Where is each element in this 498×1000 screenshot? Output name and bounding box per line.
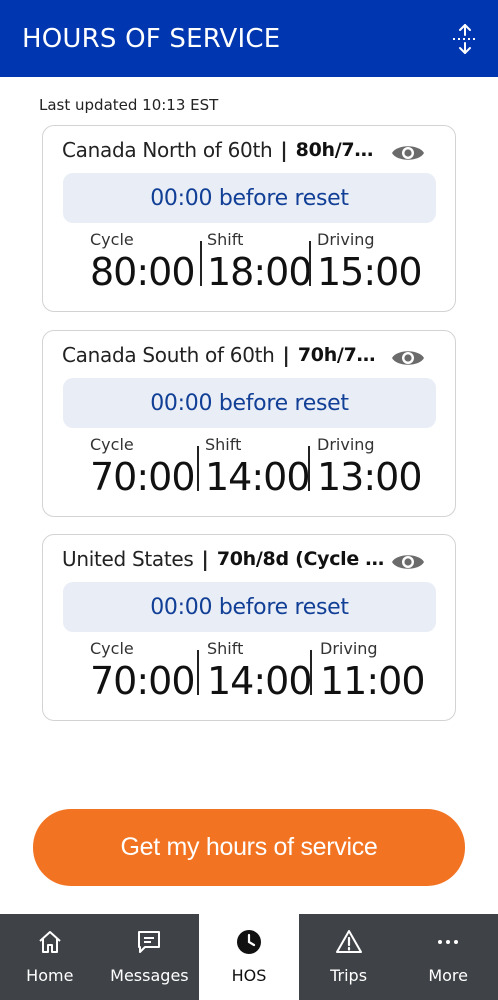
shift-value: 14:00 bbox=[207, 659, 313, 703]
nav-label: More bbox=[428, 966, 468, 985]
nav-label: Home bbox=[26, 966, 74, 985]
metric-divider bbox=[309, 241, 311, 286]
eye-icon[interactable] bbox=[391, 551, 425, 573]
separator: | bbox=[280, 138, 288, 162]
driving-value: 13:00 bbox=[317, 455, 423, 499]
get-hours-label: Get my hours of service bbox=[120, 833, 378, 861]
cycle-rule: 70h/8d (Cycle 1) bbox=[216, 548, 385, 570]
driving-label: Driving bbox=[320, 639, 378, 658]
cycle-rule: 80h/7d (Cycle 1) bbox=[295, 139, 385, 161]
shift-value: 14:00 bbox=[205, 455, 311, 499]
nav-label: HOS bbox=[231, 966, 267, 985]
metric-divider bbox=[197, 446, 199, 491]
card-header: Canada North of 60th | 80h/7d (Cycle 1) bbox=[62, 138, 385, 162]
shift-label: Shift bbox=[207, 639, 244, 658]
shift-value: 18:00 bbox=[207, 250, 313, 294]
bottom-nav: Home Messages HOS Trips More bbox=[0, 914, 498, 1000]
metric-divider bbox=[308, 446, 310, 491]
region-name: Canada North of 60th bbox=[62, 138, 273, 162]
metric-divider bbox=[197, 650, 199, 695]
hos-card-united-states: United States | 70h/8d (Cycle 1) 00:00 b… bbox=[42, 534, 456, 721]
cycle-value: 80:00 bbox=[90, 250, 196, 294]
cycle-label: Cycle bbox=[90, 230, 134, 249]
reset-banner: 00:00 before reset bbox=[63, 173, 436, 223]
shift-metric: Shift 14:00 bbox=[207, 639, 313, 703]
reset-banner: 00:00 before reset bbox=[63, 582, 436, 632]
message-icon bbox=[138, 931, 161, 953]
separator: | bbox=[282, 343, 290, 367]
metric-divider bbox=[310, 650, 312, 695]
cycle-value: 70:00 bbox=[90, 659, 196, 703]
shift-label: Shift bbox=[205, 435, 242, 454]
hos-card-canada-south: Canada South of 60th | 70h/7d (Cycle 1) … bbox=[42, 330, 456, 517]
metric-divider bbox=[200, 241, 202, 286]
last-updated-text: Last updated 10:13 EST bbox=[39, 96, 219, 114]
driving-metric: Driving 13:00 bbox=[317, 435, 423, 499]
shift-metric: Shift 14:00 bbox=[205, 435, 311, 499]
cycle-metric: Cycle 70:00 bbox=[90, 435, 196, 499]
nav-label: Messages bbox=[110, 966, 189, 985]
more-dots-icon bbox=[438, 940, 459, 944]
expand-vertical-icon[interactable] bbox=[450, 22, 480, 56]
hos-card-canada-north: Canada North of 60th | 80h/7d (Cycle 1) … bbox=[42, 125, 456, 312]
nav-item-home[interactable]: Home bbox=[0, 914, 100, 1000]
reset-text: 00:00 before reset bbox=[150, 390, 349, 416]
region-name: United States bbox=[62, 547, 194, 571]
driving-label: Driving bbox=[317, 230, 375, 249]
card-header: Canada South of 60th | 70h/7d (Cycle 1) bbox=[62, 343, 385, 367]
cycle-label: Cycle bbox=[90, 435, 134, 454]
clock-icon bbox=[236, 930, 261, 954]
card-header: United States | 70h/8d (Cycle 1) bbox=[62, 547, 385, 571]
get-hours-button[interactable]: Get my hours of service bbox=[33, 809, 465, 886]
page-title: HOURS OF SERVICE bbox=[22, 23, 281, 54]
nav-item-trips[interactable]: Trips bbox=[299, 914, 399, 1000]
nav-label: Trips bbox=[330, 966, 368, 985]
driving-value: 11:00 bbox=[320, 659, 426, 703]
shift-label: Shift bbox=[207, 230, 244, 249]
reset-text: 00:00 before reset bbox=[150, 594, 349, 620]
cycle-metric: Cycle 70:00 bbox=[90, 639, 196, 703]
shift-metric: Shift 18:00 bbox=[207, 230, 313, 294]
nav-item-more[interactable]: More bbox=[398, 914, 498, 1000]
home-icon bbox=[39, 931, 61, 953]
app-bar: HOURS OF SERVICE bbox=[0, 0, 498, 77]
reset-text: 00:00 before reset bbox=[150, 185, 349, 211]
reset-banner: 00:00 before reset bbox=[63, 378, 436, 428]
driving-label: Driving bbox=[317, 435, 375, 454]
nav-item-messages[interactable]: Messages bbox=[100, 914, 200, 1000]
region-name: Canada South of 60th bbox=[62, 343, 275, 367]
road-warning-icon bbox=[335, 930, 362, 953]
cycle-label: Cycle bbox=[90, 639, 134, 658]
driving-metric: Driving 11:00 bbox=[320, 639, 426, 703]
cycle-rule: 70h/7d (Cycle 1) bbox=[297, 344, 385, 366]
eye-icon[interactable] bbox=[391, 142, 425, 164]
cycle-value: 70:00 bbox=[90, 455, 196, 499]
cycle-metric: Cycle 80:00 bbox=[90, 230, 196, 294]
driving-metric: Driving 15:00 bbox=[317, 230, 423, 294]
eye-icon[interactable] bbox=[391, 347, 425, 369]
nav-item-hos[interactable]: HOS bbox=[199, 914, 299, 1000]
driving-value: 15:00 bbox=[317, 250, 423, 294]
separator: | bbox=[201, 547, 209, 571]
